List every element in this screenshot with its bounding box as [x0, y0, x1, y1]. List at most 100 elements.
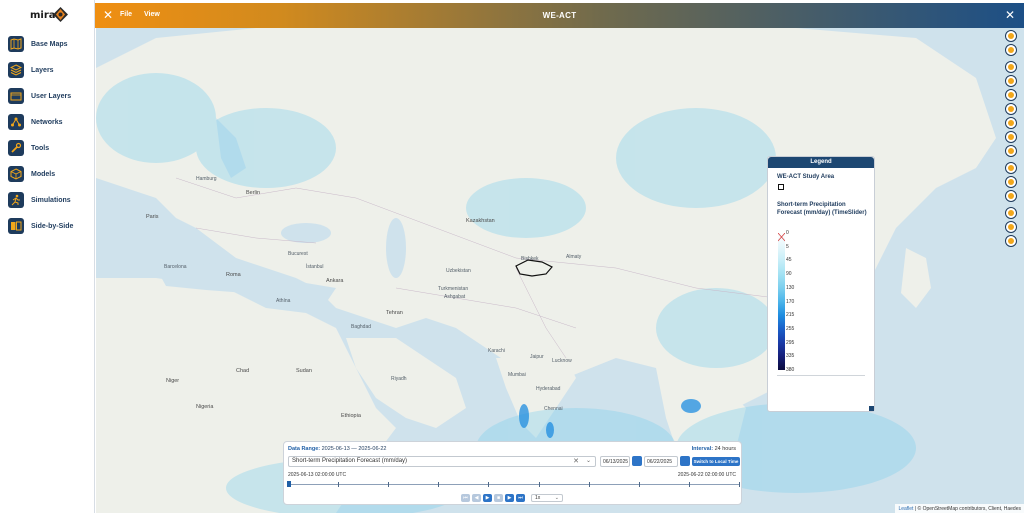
speed-value: 1x: [535, 495, 541, 501]
map-label: Riyadh: [391, 376, 407, 382]
play-icon[interactable]: ▶: [483, 494, 492, 502]
map-label: Hyderabad: [536, 386, 561, 392]
colorbar-gradient: [778, 233, 785, 370]
calendar-icon[interactable]: [632, 456, 642, 466]
stop-icon[interactable]: ■: [494, 494, 503, 502]
next-icon[interactable]: ▶: [505, 494, 514, 502]
time-slider-tick[interactable]: [638, 482, 640, 487]
time-slider-tick[interactable]: [588, 482, 590, 487]
interval-label: Interval:: [691, 446, 714, 452]
time-slider-tick[interactable]: [688, 482, 690, 487]
map-label: Uzbekistan: [446, 268, 471, 274]
print-icon[interactable]: [1005, 145, 1017, 157]
time-slider-tick[interactable]: [739, 482, 740, 487]
time-slider-tick[interactable]: [438, 482, 440, 487]
colorbar-tick-label: 215: [786, 312, 795, 319]
sidebar-item-base-maps[interactable]: Base Maps: [8, 35, 92, 53]
map-label: Bishkek: [521, 256, 539, 262]
leaflet-link[interactable]: Leaflet: [898, 506, 913, 512]
time-slider-handle[interactable]: [287, 481, 291, 487]
map-label: Nigeria: [196, 404, 214, 410]
user-layers-icon: [8, 88, 24, 104]
chevron-down-icon[interactable]: ⌄: [586, 457, 591, 464]
polygon-icon[interactable]: [1005, 117, 1017, 129]
map-label: Ashgabat: [444, 294, 466, 300]
sidebar-item-label: Networks: [31, 118, 63, 126]
sidebar-item-label: Tools: [31, 144, 50, 152]
time-slider-tick[interactable]: [488, 482, 490, 487]
interval-value: 24 hours: [714, 446, 736, 452]
map-label: Niger: [166, 378, 180, 384]
prev-icon[interactable]: ◀: [472, 494, 481, 502]
colorbar-tick-label: 380: [786, 367, 795, 373]
sidebar-item-tools[interactable]: Tools: [8, 139, 92, 157]
sidebar-item-networks[interactable]: Networks: [8, 113, 92, 131]
map-label: Ankara: [326, 278, 344, 284]
cube-icon: [8, 166, 24, 182]
pencil-icon[interactable]: [1005, 75, 1017, 87]
first-icon[interactable]: ⏮: [461, 494, 470, 502]
map-label: Mumbai: [508, 372, 526, 378]
start-date-input[interactable]: 06/13/2025: [600, 456, 630, 467]
map-label: Barcelona: [164, 264, 187, 270]
sidebar-item-side-by-side[interactable]: Side-by-Side: [8, 217, 92, 235]
colorbar-tick-label: 255: [786, 325, 795, 332]
time-slider-tick[interactable]: [388, 482, 390, 487]
select-icon[interactable]: [1005, 89, 1017, 101]
switch-local-time-button[interactable]: Switch to Local Time: [692, 457, 740, 466]
close-icon[interactable]: ✕: [1005, 8, 1015, 22]
interval: Interval: 24 hours: [692, 446, 736, 452]
last-icon[interactable]: ⏭: [516, 494, 525, 502]
legend-resize-handle[interactable]: [869, 406, 874, 411]
map-label: Hamburg: [196, 176, 217, 182]
colorbar-tick-label: 335: [786, 353, 795, 360]
map-label: Roma: [226, 272, 241, 278]
sidebar-item-layers[interactable]: Layers: [8, 61, 92, 79]
side-by-side-icon: [8, 218, 24, 234]
sidebar-item-simulations[interactable]: Simulations: [8, 191, 92, 209]
search-tool-icon[interactable]: [1005, 207, 1017, 219]
speed-select[interactable]: 1x ⌄: [531, 494, 563, 502]
legend-divider: [777, 375, 865, 376]
logo-mark-icon: [53, 7, 68, 22]
map-label: Turkmenistan: [438, 286, 469, 292]
sidebar-item-user-layers[interactable]: User Layers: [8, 87, 92, 105]
time-slider-track[interactable]: [288, 484, 739, 485]
export-icon[interactable]: [1005, 190, 1017, 202]
wrench-icon: [8, 140, 24, 156]
time-slider-tick[interactable]: [538, 482, 540, 487]
network-icon: [8, 114, 24, 130]
calendar-icon[interactable]: [680, 456, 690, 466]
precipitation-colorbar: [777, 232, 786, 370]
help-icon[interactable]: [1005, 235, 1017, 247]
start-time: 2025-06-13 02:00:00 UTC: [288, 472, 347, 478]
map-label: Jaipur: [530, 354, 544, 360]
ruler-icon[interactable]: [1005, 103, 1017, 115]
layers-tool-icon[interactable]: [1005, 131, 1017, 143]
sidebar: mira Base Maps Layers User Layers Networ…: [0, 0, 95, 513]
sidebar-item-models[interactable]: Models: [8, 165, 92, 183]
sidebar-item-label: Simulations: [31, 196, 71, 204]
info-icon[interactable]: [1005, 162, 1017, 174]
colorbar-tick-label: 0: [786, 230, 789, 236]
map-label: Chad: [236, 368, 250, 374]
study-area-swatch: [778, 184, 784, 190]
map-label: İstanbul: [306, 264, 324, 270]
sidebar-item-label: Side-by-Side: [31, 222, 74, 230]
time-slider-tick[interactable]: [338, 482, 340, 487]
end-date-input[interactable]: 06/22/2025: [644, 456, 678, 467]
locate-icon[interactable]: [1005, 61, 1017, 73]
zoom-out-icon[interactable]: [1005, 44, 1017, 56]
data-range-label: Data Range:: [288, 446, 321, 452]
map-label: Lucknow: [552, 358, 572, 364]
map-label: Bucurest: [288, 251, 308, 257]
history-icon[interactable]: [1005, 221, 1017, 233]
measure-icon[interactable]: [1005, 176, 1017, 188]
zoom-in-icon[interactable]: [1005, 30, 1017, 42]
legend-layer-study-area: WE-ACT Study Area: [777, 174, 835, 180]
sidebar-item-label: User Layers: [31, 92, 72, 100]
legend-title: Legend: [768, 157, 874, 168]
colorbar-tick-label: 45: [786, 257, 792, 264]
clear-icon[interactable]: ✕: [573, 457, 579, 465]
layer-select[interactable]: Short-term Precipitation Forecast (mm/da…: [288, 456, 596, 467]
